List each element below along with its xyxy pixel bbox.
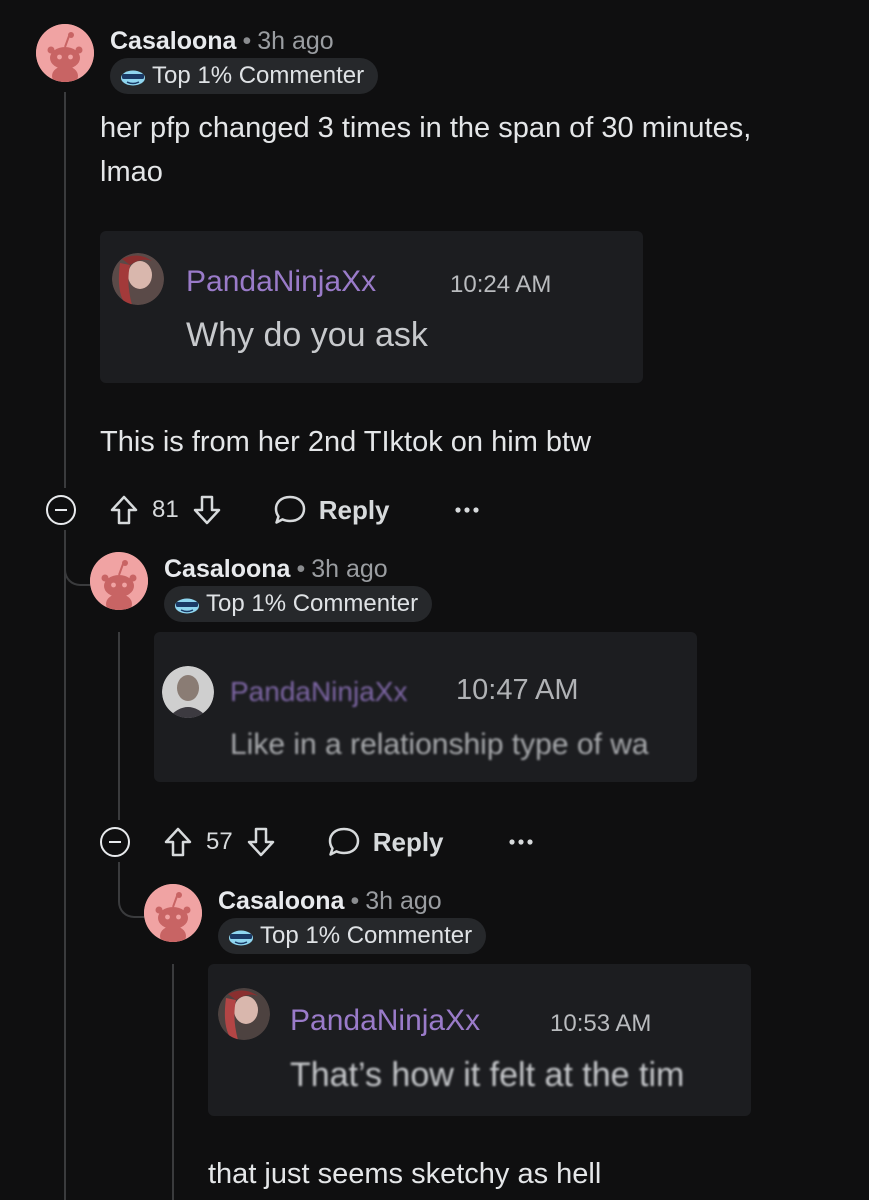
snoo-avatar-icon xyxy=(36,24,94,82)
reply-button[interactable]: Reply xyxy=(319,495,390,526)
snoo-avatar-icon xyxy=(90,552,148,610)
comment-header: Casaloona • 3h ago xyxy=(110,27,334,56)
embed-message: Why do you ask xyxy=(186,316,428,354)
avatar[interactable] xyxy=(90,552,148,610)
comment-body-after: that just seems sketchy as hell xyxy=(208,1158,602,1190)
user-flair: Top 1% Commenter xyxy=(164,586,433,622)
ellipsis-icon[interactable] xyxy=(454,506,480,514)
comment-header: Casaloona • 3h ago xyxy=(218,887,442,916)
sunglasses-snoo-icon xyxy=(121,70,145,86)
vote-score: 81 xyxy=(152,496,179,523)
thread-connector-level-2 xyxy=(64,530,92,586)
downvote-arrow-icon[interactable] xyxy=(247,827,275,857)
embed-username: PandaNinjaXx xyxy=(290,1004,481,1037)
snoo-avatar-icon xyxy=(144,884,202,942)
sunglasses-snoo-icon xyxy=(175,598,199,614)
embedded-screenshot[interactable]: PandaNinjaXx 10:24 AM Why do you ask xyxy=(100,231,643,383)
user-flair: Top 1% Commenter xyxy=(110,58,379,94)
timestamp: 3h ago xyxy=(311,555,388,583)
comment-body: her pfp changed 3 times in the span of 3… xyxy=(100,106,751,194)
reply-button[interactable]: Reply xyxy=(373,827,444,858)
username[interactable]: Casaloona xyxy=(218,887,344,915)
embed-time: 10:47 AM xyxy=(456,674,579,706)
comment-body-line: lmao xyxy=(100,156,163,188)
embed-username: PandaNinjaXx xyxy=(186,265,377,298)
comment-actions: 81 Reply xyxy=(46,485,526,535)
username[interactable]: Casaloona xyxy=(110,27,236,55)
minus-circle-icon[interactable] xyxy=(100,827,130,857)
minus-circle-icon[interactable] xyxy=(46,495,76,525)
separator-dot: • xyxy=(296,555,306,583)
embedded-screenshot[interactable]: PandaNinjaXx 10:53 AM That’s how it felt… xyxy=(208,964,751,1116)
flair-label: Top 1% Commenter xyxy=(152,62,365,89)
avatar[interactable] xyxy=(36,24,94,82)
upvote-arrow-icon[interactable] xyxy=(110,495,138,525)
comment-body-line: her pfp changed 3 times in the span of 3… xyxy=(100,112,752,144)
thread-connector-level-3 xyxy=(118,862,146,918)
comment-actions: 57 Reply xyxy=(100,817,580,867)
comment-header: Casaloona • 3h ago xyxy=(164,555,388,584)
thread-line-level-2 xyxy=(118,632,120,820)
timestamp: 3h ago xyxy=(257,27,334,55)
separator-dot: • xyxy=(242,27,252,55)
embed-time: 10:24 AM xyxy=(450,271,552,298)
embed-avatar xyxy=(112,253,164,305)
speech-bubble-icon[interactable] xyxy=(273,494,307,526)
embedded-screenshot[interactable]: PandaNinjaXx 10:47 AM Like in a relation… xyxy=(154,632,697,782)
thread-line-level-1-lower xyxy=(64,530,66,1200)
embed-message: That’s how it felt at the tim xyxy=(290,1056,685,1094)
separator-dot: • xyxy=(350,887,360,915)
username[interactable]: Casaloona xyxy=(164,555,290,583)
sunglasses-snoo-icon xyxy=(229,930,253,946)
embed-username: PandaNinjaXx xyxy=(230,676,408,707)
speech-bubble-icon[interactable] xyxy=(327,826,361,858)
upvote-arrow-icon[interactable] xyxy=(164,827,192,857)
timestamp: 3h ago xyxy=(365,887,442,915)
avatar[interactable] xyxy=(144,884,202,942)
vote-score: 57 xyxy=(206,828,233,855)
downvote-arrow-icon[interactable] xyxy=(193,495,221,525)
comment-body-after: This is from her 2nd TIktok on him btw xyxy=(100,426,592,458)
embed-message: Like in a relationship type of wa xyxy=(230,728,649,761)
flair-label: Top 1% Commenter xyxy=(260,922,473,949)
thread-line-level-1 xyxy=(64,92,66,488)
user-flair: Top 1% Commenter xyxy=(218,918,487,954)
embed-time: 10:53 AM xyxy=(550,1010,652,1037)
thread-line-level-3 xyxy=(172,964,174,1200)
embed-avatar xyxy=(162,666,214,718)
ellipsis-icon[interactable] xyxy=(508,838,534,846)
embed-avatar xyxy=(218,988,270,1040)
flair-label: Top 1% Commenter xyxy=(206,590,419,617)
